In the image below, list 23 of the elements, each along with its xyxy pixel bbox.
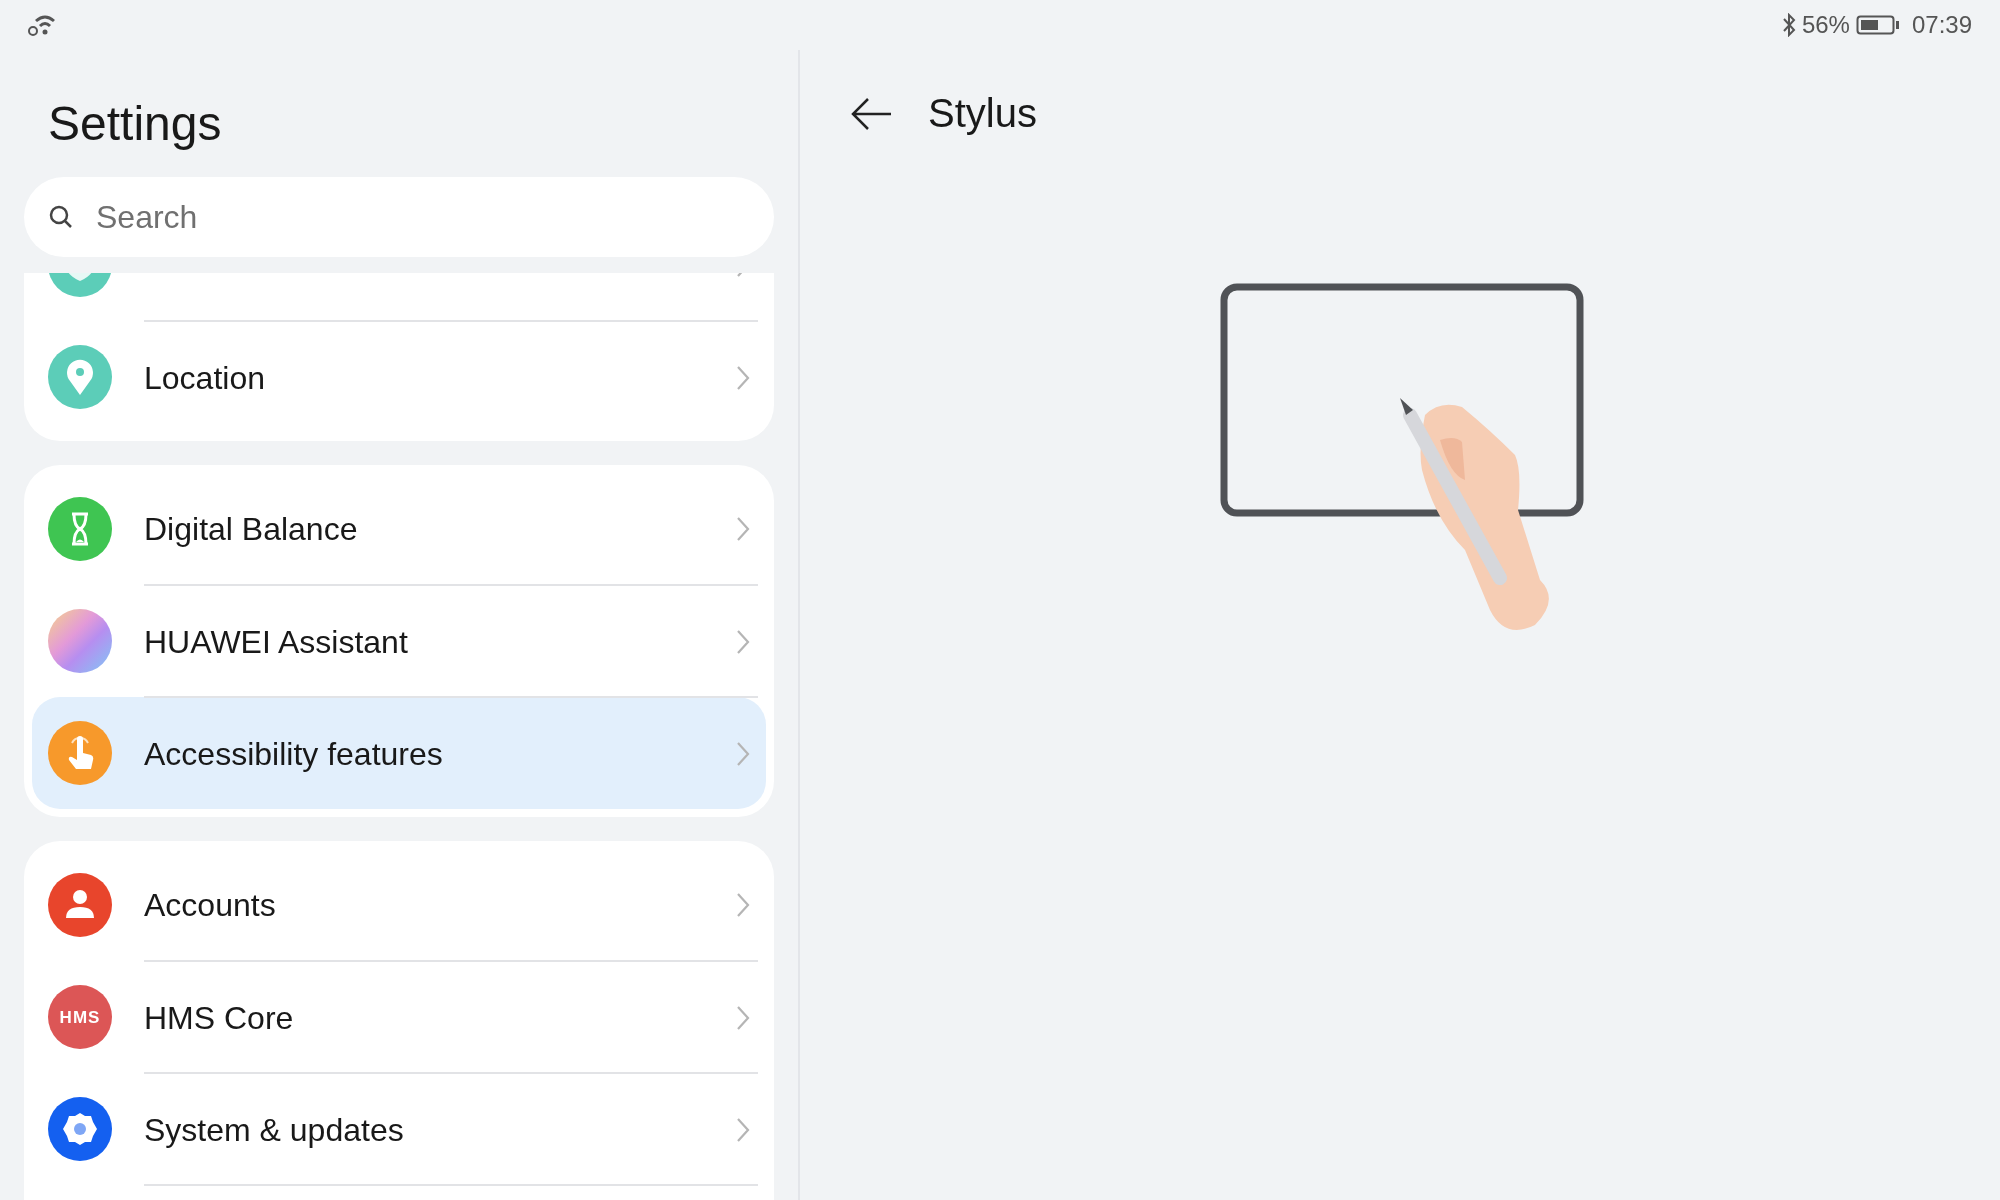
settings-item[interactable]: Location: [32, 321, 766, 433]
logo-icon: HMS: [48, 985, 112, 1049]
page-title: Stylus: [928, 91, 1037, 136]
chevron-right-icon: [736, 516, 750, 542]
gradient-orb-icon: [48, 609, 112, 673]
settings-item[interactable]: Accessibility features: [32, 697, 766, 809]
page-title: Settings: [47, 96, 223, 152]
chevron-right-icon: [736, 1005, 750, 1031]
chevron-right-icon: [736, 365, 750, 391]
chevron-right-icon: [736, 741, 750, 767]
chevron-right-icon: [736, 1117, 750, 1143]
battery-percent: 56%: [1801, 11, 1850, 39]
settings-item[interactable]: Accounts: [32, 849, 766, 961]
settings-item[interactable]: System & updates: [32, 1073, 766, 1185]
bluetooth-icon: [1781, 13, 1796, 37]
clock: 07:39: [1911, 11, 1972, 39]
back-arrow-icon: [851, 96, 893, 131]
chevron-right-icon: [736, 892, 750, 918]
chevron-right-icon: [736, 629, 750, 655]
search-field[interactable]: Search: [24, 177, 774, 257]
settings-item[interactable]: HMS HMS Core: [32, 961, 766, 1073]
battery-icon: [1855, 14, 1900, 36]
settings-item[interactable]: Digital Balance: [32, 473, 766, 585]
